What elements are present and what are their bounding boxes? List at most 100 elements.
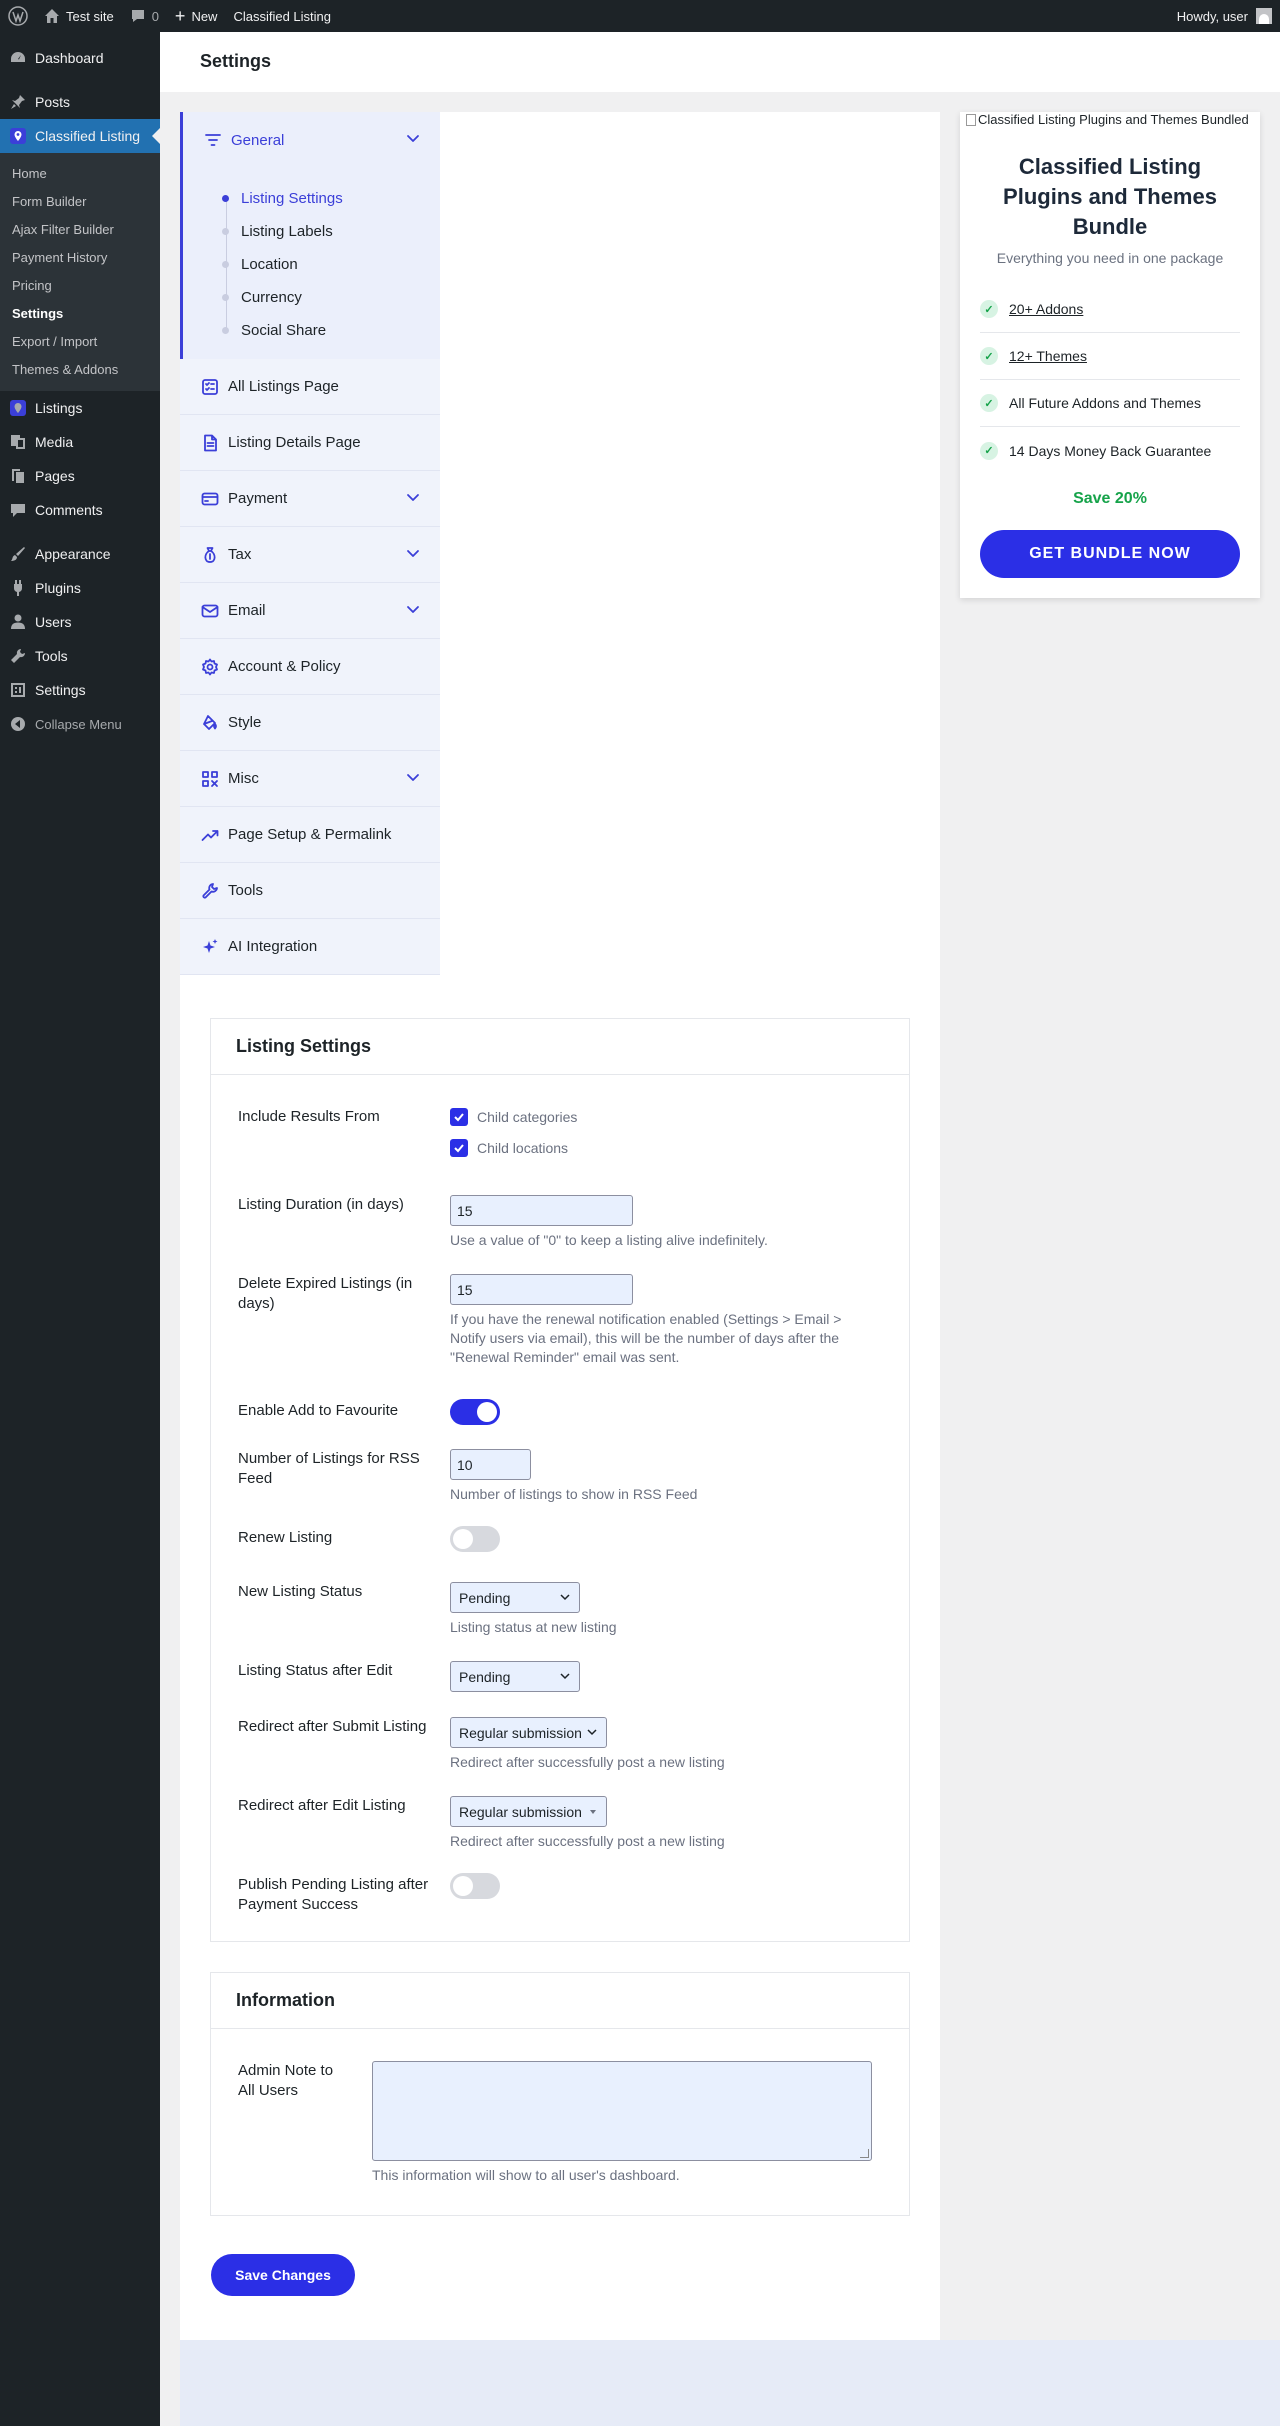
comments-link[interactable]: 0: [122, 0, 167, 32]
settings-nav-ai-integration[interactable]: AI Integration: [180, 919, 440, 975]
settings-nav-listing-details-page[interactable]: Listing Details Page: [180, 415, 440, 471]
menu-appearance[interactable]: Appearance: [0, 537, 160, 571]
chevron-down-icon: [586, 1725, 598, 1741]
settings-nav-listing-labels[interactable]: Listing Labels: [183, 215, 440, 248]
envelope-icon: [200, 601, 220, 621]
redirect-submit-label: Redirect after Submit Listing: [238, 1718, 427, 1735]
menu-plugins[interactable]: Plugins: [0, 571, 160, 605]
listing-duration-input[interactable]: 15: [450, 1195, 633, 1226]
settings-nav-social-share[interactable]: Social Share: [183, 314, 440, 347]
menu-classified-listing[interactable]: Classified Listing: [0, 119, 160, 153]
settings-nav-all-listings-page[interactable]: All Listings Page: [180, 359, 440, 415]
promo-feature[interactable]: ✓ 20+ Addons: [980, 286, 1240, 333]
classified-listing-icon: [9, 127, 27, 145]
wordpress-logo-icon[interactable]: [0, 0, 36, 32]
settings-nav-misc[interactable]: Misc: [180, 751, 440, 807]
paintbrush-icon: [9, 545, 27, 563]
plugin-icon: [9, 579, 27, 597]
submenu-form-builder[interactable]: Form Builder: [0, 188, 160, 216]
submenu-themes-addons[interactable]: Themes & Addons: [0, 356, 160, 384]
settings-nav-style[interactable]: Style: [180, 695, 440, 751]
admin-note-label: Admin Note to All Users: [238, 2062, 334, 2099]
comment-icon: [130, 8, 146, 24]
promo-feature: ✓ 14 Days Money Back Guarantee: [980, 427, 1240, 474]
submenu-settings[interactable]: Settings: [0, 300, 160, 328]
promo-subtitle: Everything you need in one package: [996, 250, 1224, 266]
redirect-edit-select[interactable]: Regular submission: [450, 1796, 607, 1827]
checkmark-icon: [450, 1108, 468, 1126]
menu-comments[interactable]: Comments: [0, 493, 160, 527]
chevron-down-icon: [406, 770, 420, 788]
get-bundle-button[interactable]: GET BUNDLE NOW: [980, 530, 1240, 578]
check-circle-icon: ✓: [980, 300, 998, 318]
classified-listing-submenu: Home Form Builder Ajax Filter Builder Pa…: [0, 153, 160, 391]
list-check-icon: [200, 377, 220, 397]
menu-settings[interactable]: Settings: [0, 673, 160, 707]
submenu-home[interactable]: Home: [0, 160, 160, 188]
submenu-payment-history[interactable]: Payment History: [0, 244, 160, 272]
check-circle-icon: ✓: [980, 347, 998, 365]
settings-nav: General Listing Settings Listing Labels …: [180, 112, 440, 975]
bullet-icon: [222, 294, 229, 301]
settings-nav-page-setup-permalink[interactable]: Page Setup & Permalink: [180, 807, 440, 863]
collapse-menu-button[interactable]: Collapse Menu: [0, 707, 160, 741]
settings-nav-listing-settings[interactable]: Listing Settings: [183, 182, 440, 215]
admin-sidebar: Dashboard Posts Classified Listing Home …: [0, 32, 160, 2426]
menu-pages[interactable]: Pages: [0, 459, 160, 493]
dashboard-icon: [9, 49, 27, 67]
avatar: [1256, 8, 1272, 24]
save-changes-button[interactable]: Save Changes: [211, 2254, 355, 2296]
paint-bucket-icon: [200, 713, 220, 733]
redirect-submit-select[interactable]: Regular submission: [450, 1717, 607, 1748]
settings-nav-payment[interactable]: Payment: [180, 471, 440, 527]
rss-input[interactable]: 10: [450, 1449, 531, 1480]
settings-nav-tools[interactable]: Tools: [180, 863, 440, 919]
bullet-icon: [222, 228, 229, 235]
settings-nav-currency[interactable]: Currency: [183, 281, 440, 314]
promo-feature[interactable]: ✓ 12+ Themes: [980, 333, 1240, 380]
redirect-edit-label: Redirect after Edit Listing: [238, 1797, 406, 1814]
menu-tools[interactable]: Tools: [0, 639, 160, 673]
renew-toggle[interactable]: [450, 1526, 500, 1552]
favourite-toggle[interactable]: [450, 1399, 500, 1425]
check-circle-icon: ✓: [980, 441, 998, 460]
settings-icon: [9, 681, 27, 699]
settings-nav-location[interactable]: Location: [183, 248, 440, 281]
submenu-pricing[interactable]: Pricing: [0, 272, 160, 300]
child-categories-checkbox[interactable]: Child categories: [450, 1107, 886, 1127]
status-after-edit-select[interactable]: Pending: [450, 1661, 580, 1692]
settings-nav-general[interactable]: General: [183, 112, 440, 168]
admin-note-textarea[interactable]: [372, 2061, 872, 2161]
my-account[interactable]: Howdy, user: [1177, 0, 1280, 32]
home-icon: [44, 8, 60, 24]
menu-dashboard[interactable]: Dashboard: [0, 41, 160, 75]
include-results-label: Include Results From: [238, 1108, 380, 1125]
settings-nav-email[interactable]: Email: [180, 583, 440, 639]
chevron-down-icon: [406, 490, 420, 508]
delete-expired-input[interactable]: 15: [450, 1274, 633, 1305]
menu-listings[interactable]: Listings: [0, 391, 160, 425]
settings-nav-account-policy[interactable]: Account & Policy: [180, 639, 440, 695]
menu-media[interactable]: Media: [0, 425, 160, 459]
chevron-down-icon: [406, 546, 420, 564]
delete-expired-description: If you have the renewal notification ena…: [450, 1311, 842, 1365]
redirect-edit-description: Redirect after successfully post a new l…: [450, 1833, 725, 1849]
menu-users[interactable]: Users: [0, 605, 160, 639]
publish-pending-label: Publish Pending Listing after Payment Su…: [238, 1876, 429, 1913]
chevron-down-icon: [406, 131, 420, 149]
admin-note-description: This information will show to all user's…: [372, 2167, 680, 2183]
settings-nav-tax[interactable]: Tax: [180, 527, 440, 583]
submenu-ajax-filter-builder[interactable]: Ajax Filter Builder: [0, 216, 160, 244]
classified-listing-link[interactable]: Classified Listing: [225, 0, 339, 32]
submenu-export-import[interactable]: Export / Import: [0, 328, 160, 356]
promo-feature: ✓ All Future Addons and Themes: [980, 380, 1240, 427]
new-status-label: New Listing Status: [238, 1583, 363, 1600]
child-locations-checkbox[interactable]: Child locations: [450, 1138, 886, 1158]
new-content-link[interactable]: + New: [167, 0, 226, 32]
menu-posts[interactable]: Posts: [0, 85, 160, 119]
broken-image-icon: [966, 113, 976, 126]
publish-pending-toggle[interactable]: [450, 1873, 500, 1899]
new-status-select[interactable]: Pending: [450, 1582, 580, 1613]
site-name-link[interactable]: Test site: [36, 0, 122, 32]
listing-settings-title: Listing Settings: [211, 1019, 909, 1075]
